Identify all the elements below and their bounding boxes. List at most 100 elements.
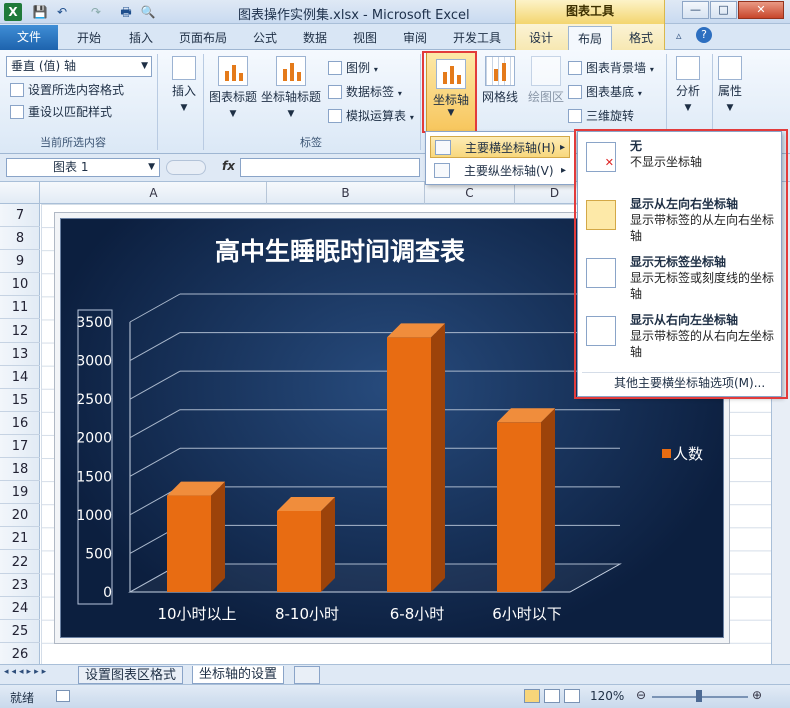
chart-legend[interactable]: 人数: [662, 443, 703, 464]
legend-label: 图例: [346, 61, 371, 75]
tab-review[interactable]: 审阅: [394, 26, 436, 50]
tab-developer[interactable]: 开发工具: [444, 26, 510, 50]
row-header[interactable]: 25: [0, 620, 40, 643]
zoom-slider-thumb[interactable]: [696, 690, 702, 702]
undo-icon[interactable]: ↶: [54, 4, 70, 20]
row-header[interactable]: 24: [0, 597, 40, 620]
reset-style-button[interactable]: 重设以匹配样式: [10, 102, 112, 122]
menu-item-primary-horizontal-axis[interactable]: 主要横坐标轴(H) ▸: [430, 136, 570, 158]
properties-icon: [718, 56, 742, 80]
menu-item-label: 主要横坐标轴(H): [465, 141, 556, 155]
insert-sheet-icon[interactable]: [294, 666, 320, 684]
row-header[interactable]: 10: [0, 273, 40, 297]
gridline-diagonal: [129, 370, 181, 400]
row-header[interactable]: 23: [0, 574, 40, 597]
row-header[interactable]: 8: [0, 227, 40, 251]
macro-record-icon[interactable]: [56, 690, 70, 702]
bar: [497, 422, 541, 592]
vertical-axis-icon: [434, 163, 450, 178]
print-icon[interactable]: 🖶: [118, 4, 134, 20]
data-table-button[interactable]: 模拟运算表 ▾: [328, 106, 414, 126]
name-box[interactable]: 图表 1 ▼: [6, 158, 160, 177]
tab-format[interactable]: 格式: [620, 26, 662, 50]
row-header[interactable]: 13: [0, 343, 40, 366]
tab-design[interactable]: 设计: [520, 26, 562, 50]
minimize-button[interactable]: —: [682, 1, 709, 19]
row-header[interactable]: 7: [0, 204, 40, 228]
zoom-level[interactable]: 120%: [590, 689, 624, 703]
plot-area-button[interactable]: 绘图区: [520, 56, 572, 105]
chevron-down-icon: ▼: [287, 109, 295, 119]
gridlines-button[interactable]: 网格线: [474, 56, 526, 105]
restore-button[interactable]: □: [710, 1, 737, 19]
data-labels-icon: [328, 85, 342, 99]
row-header[interactable]: 21: [0, 527, 40, 551]
chart-title-label: 图表标题: [208, 90, 257, 104]
y-tick-label: 3500: [76, 315, 112, 331]
page-layout-view-icon[interactable]: [544, 689, 560, 703]
rotation-3d-button[interactable]: 三维旋转: [568, 106, 634, 126]
tab-home[interactable]: 开始: [68, 26, 110, 50]
y-tick-label: 2000: [76, 431, 112, 447]
chart-floor-button[interactable]: 图表基底 ▾: [568, 82, 642, 102]
chart-title[interactable]: 高中生睡眠时间调查表: [60, 232, 620, 268]
page-break-view-icon[interactable]: [564, 689, 580, 703]
sheet-tab-chart-area-format[interactable]: 设置图表区格式: [78, 666, 184, 684]
redo-icon[interactable]: ↷: [88, 4, 104, 20]
chevron-down-icon: ▼: [141, 61, 148, 71]
row-header[interactable]: 18: [0, 458, 40, 482]
row-header[interactable]: 12: [0, 320, 40, 343]
data-labels-button[interactable]: 数据标签 ▾: [328, 82, 402, 102]
close-button[interactable]: ✕: [738, 1, 784, 19]
formula-input[interactable]: [240, 158, 420, 177]
tab-page-layout[interactable]: 页面布局: [170, 26, 236, 50]
row-header[interactable]: 22: [0, 551, 40, 574]
column-header-b[interactable]: B: [267, 182, 425, 204]
chart-wall-button[interactable]: 图表背景墙 ▾: [568, 58, 654, 78]
fx-icon[interactable]: fx: [222, 159, 235, 173]
row-header[interactable]: 11: [0, 296, 40, 320]
axis-titles-button[interactable]: 坐标轴标题 ▼: [260, 56, 322, 119]
column-header-c[interactable]: C: [425, 182, 515, 204]
format-selection-button[interactable]: 设置所选内容格式: [10, 80, 124, 100]
zoom-out-icon[interactable]: ⊖: [636, 688, 646, 702]
normal-view-icon[interactable]: [524, 689, 540, 703]
row-header[interactable]: 9: [0, 250, 40, 274]
menu-item-primary-vertical-axis[interactable]: 主要纵坐标轴(V) ▸: [430, 160, 570, 182]
help-icon[interactable]: ?: [696, 27, 712, 43]
zoom-in-icon[interactable]: ⊕: [752, 688, 762, 702]
column-header-a[interactable]: A: [41, 182, 267, 204]
sheet-nav-arrows[interactable]: ◂◂◂▸▸▸: [4, 667, 49, 677]
chart-title-button[interactable]: 图表标题 ▼: [206, 56, 260, 119]
row-header[interactable]: 16: [0, 412, 40, 435]
chart-elements-combo[interactable]: 垂直 (值) 轴 ▼: [6, 56, 152, 77]
chart-wall-label: 图表背景墙: [586, 61, 647, 75]
tab-layout[interactable]: 布局: [568, 26, 613, 51]
collapse-ribbon-icon[interactable]: ▵: [676, 29, 682, 42]
tab-view[interactable]: 视图: [344, 26, 386, 50]
submenu-highlight-box: [574, 129, 788, 399]
tab-insert[interactable]: 插入: [120, 26, 162, 50]
row-header[interactable]: 15: [0, 389, 40, 412]
tab-file[interactable]: 文件: [0, 25, 58, 50]
excel-logo[interactable]: X: [4, 3, 22, 21]
row-header[interactable]: 26: [0, 643, 40, 666]
tab-formulas[interactable]: 公式: [244, 26, 286, 50]
sheet-tab-axis-settings[interactable]: 坐标轴的设置: [192, 666, 285, 684]
legend-button[interactable]: 图例 ▾: [328, 58, 378, 78]
tab-data[interactable]: 数据: [294, 26, 336, 50]
row-header[interactable]: 19: [0, 481, 40, 505]
row-header[interactable]: 14: [0, 366, 40, 389]
bar-side: [541, 408, 555, 592]
properties-button[interactable]: 属性 ▼: [704, 56, 756, 113]
axes-highlight-box: [422, 51, 477, 133]
row-header[interactable]: 17: [0, 435, 40, 459]
analysis-icon: [676, 56, 700, 80]
select-all-corner[interactable]: [0, 182, 40, 204]
row-header[interactable]: 20: [0, 504, 40, 528]
rotation-3d-label: 三维旋转: [586, 109, 635, 123]
gridlines-label: 网格线: [481, 90, 518, 104]
print-preview-icon[interactable]: 🔍: [140, 4, 156, 20]
bar: [387, 337, 431, 592]
save-icon[interactable]: 💾: [32, 4, 48, 20]
